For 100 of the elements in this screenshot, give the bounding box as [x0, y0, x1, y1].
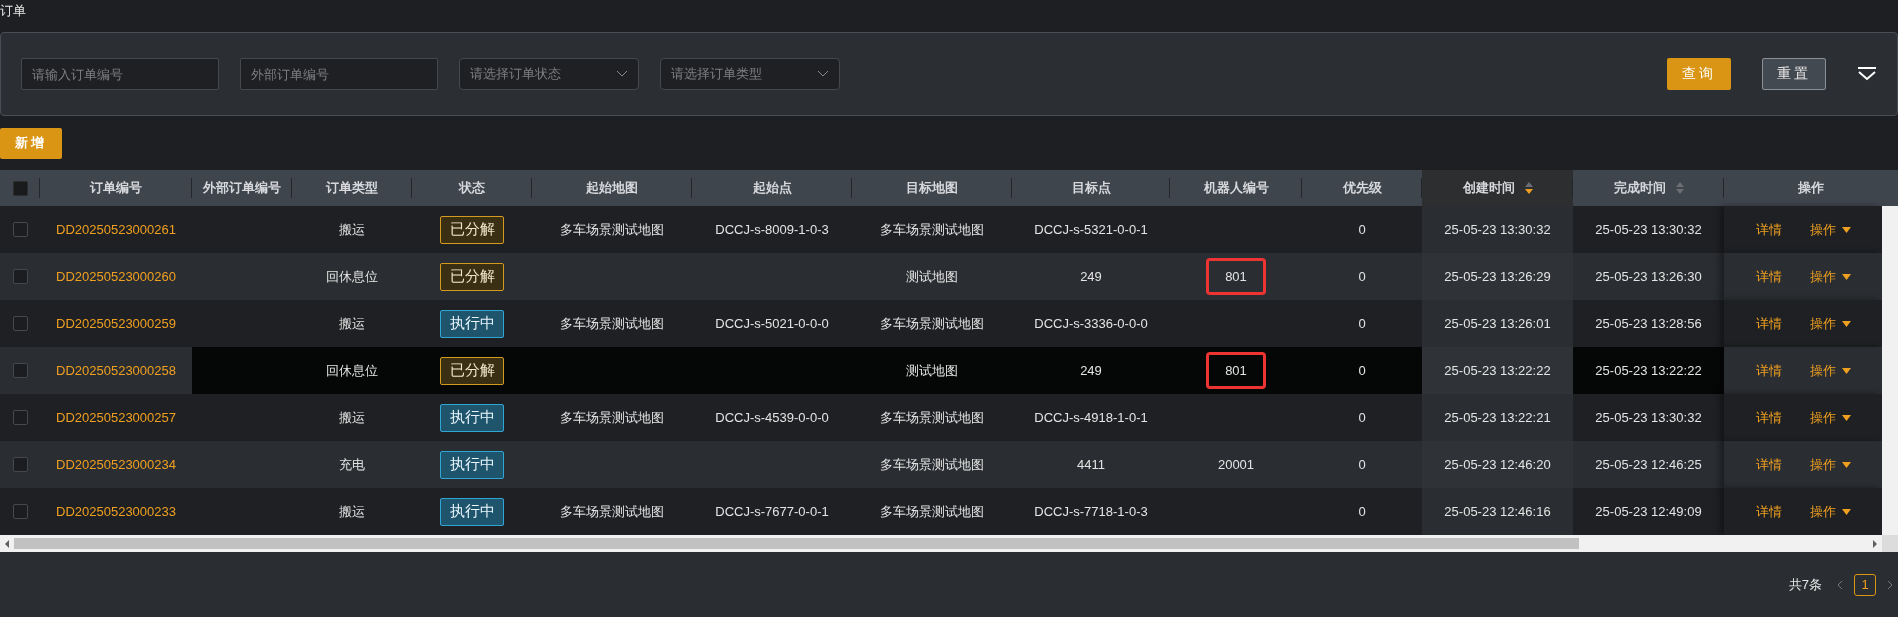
- order-number-link[interactable]: DD20250523000261: [56, 222, 176, 237]
- table-cell: 搬运: [339, 220, 365, 239]
- input-field[interactable]: 请输入订单编号: [21, 58, 219, 90]
- order-number-link[interactable]: DD20250523000257: [56, 410, 176, 425]
- scroll-left-icon[interactable]: [4, 539, 10, 548]
- table-cell: 0: [1358, 363, 1366, 378]
- row-checkbox[interactable]: [12, 269, 28, 284]
- table-row[interactable]: DD20250523000234 充电 执行中 多车场景测试地图 4411 20001 0 25-05-23 12:46:20 25-05-23 12:46:25 详情 操作: [0, 441, 1882, 488]
- column-header: 订单编号: [90, 179, 142, 197]
- table-cell: 25-05-23 13:26:29: [1444, 269, 1551, 284]
- table-cell: DCCJ-s-7718-1-0-3: [1034, 504, 1148, 519]
- table-cell: DCCJ-s-4539-0-0-0: [715, 410, 829, 425]
- reset-button[interactable]: 重置: [1762, 58, 1826, 90]
- table-cell: 0: [1358, 222, 1366, 237]
- row-checkbox[interactable]: [12, 316, 28, 331]
- caret-icon: [1841, 320, 1851, 327]
- column-header: 订单类型: [326, 179, 378, 197]
- column-header: 目标地图: [906, 179, 958, 197]
- table-cell: 搬运: [339, 314, 365, 333]
- actions-dropdown[interactable]: 操作: [1809, 220, 1851, 239]
- table-cell: 多车场景测试地图: [880, 408, 984, 427]
- table-cell: 0: [1358, 316, 1366, 331]
- details-link[interactable]: 详情: [1755, 267, 1782, 286]
- table-cell: 25-05-23 12:46:25: [1595, 457, 1702, 472]
- table-cell: DCCJ-s-5321-0-0-1: [1034, 222, 1148, 237]
- select-field[interactable]: 请选择订单状态: [459, 58, 639, 90]
- table-cell: 充电: [339, 455, 365, 474]
- column-header: 机器人编号: [1203, 179, 1269, 197]
- table-cell: 25-05-23 13:22:21: [1444, 410, 1551, 425]
- table-cell: 多车场景测试地图: [560, 220, 664, 239]
- status-tag: 执行中: [440, 403, 504, 432]
- table-row[interactable]: DD20250523000260 回休息位 已分解 测试地图 249 801 0 25-05-23 13:26:29 25-05-23 13:26:30 详情 操作: [0, 253, 1882, 300]
- scrollbar-corner: [1882, 535, 1898, 552]
- details-link[interactable]: 详情: [1755, 502, 1782, 521]
- status-tag: 执行中: [440, 309, 504, 338]
- caret-icon: [1841, 273, 1851, 280]
- select-all-checkbox[interactable]: [12, 180, 28, 196]
- table-cell: 25-05-23 13:22:22: [1595, 363, 1702, 378]
- table-cell: 多车场景测试地图: [880, 455, 984, 474]
- scroll-right-icon[interactable]: [1872, 539, 1878, 548]
- table-cell: 25-05-23 12:49:09: [1595, 504, 1702, 519]
- sort-icon[interactable]: [1524, 182, 1533, 194]
- table-cell: 多车场景测试地图: [560, 502, 664, 521]
- order-number-link[interactable]: DD20250523000258: [56, 363, 176, 378]
- order-number-link[interactable]: DD20250523000260: [56, 269, 176, 284]
- details-link[interactable]: 详情: [1755, 314, 1782, 333]
- page-title: 订单: [0, 2, 26, 20]
- table-cell: 249: [1080, 363, 1102, 378]
- column-header: 优先级: [1342, 179, 1382, 197]
- table-cell: 25-05-23 13:28:56: [1595, 316, 1702, 331]
- table-cell: 25-05-23 12:46:16: [1444, 504, 1551, 519]
- table-row[interactable]: DD20250523000258 回休息位 已分解 测试地图 249 801 0 25-05-23 13:22:22 25-05-23 13:22:22 详情 操作: [0, 347, 1882, 394]
- page-button[interactable]: 1: [1854, 573, 1876, 596]
- highlighted-cell: 801: [1206, 352, 1266, 389]
- table-cell: 测试地图: [906, 267, 958, 286]
- select-field[interactable]: 请选择订单类型: [660, 58, 840, 90]
- column-header: 操作: [1798, 179, 1824, 197]
- caret-icon: [1841, 461, 1851, 468]
- actions-dropdown[interactable]: 操作: [1809, 502, 1851, 521]
- status-tag: 已分解: [440, 262, 504, 291]
- table-cell: 测试地图: [906, 361, 958, 380]
- total-count: 共7条: [1788, 575, 1822, 594]
- actions-dropdown[interactable]: 操作: [1809, 267, 1851, 286]
- horizontal-scrollbar[interactable]: [0, 535, 1882, 552]
- table-cell: DCCJ-s-4918-1-0-1: [1034, 410, 1148, 425]
- collapse-icon[interactable]: [1857, 67, 1877, 81]
- table-cell: 0: [1358, 457, 1366, 472]
- row-checkbox[interactable]: [12, 222, 28, 237]
- row-checkbox[interactable]: [12, 410, 28, 425]
- details-link[interactable]: 详情: [1755, 361, 1782, 380]
- table-cell: 0: [1358, 410, 1366, 425]
- column-header[interactable]: 完成时间: [1613, 179, 1666, 197]
- chevron-down-icon: [817, 70, 829, 78]
- row-checkbox[interactable]: [12, 363, 28, 378]
- actions-dropdown[interactable]: 操作: [1809, 408, 1851, 427]
- caret-icon: [1841, 367, 1851, 374]
- status-tag: 已分解: [440, 215, 504, 244]
- table-cell: 多车场景测试地图: [880, 220, 984, 239]
- actions-dropdown[interactable]: 操作: [1809, 455, 1851, 474]
- highlighted-cell: 801: [1206, 258, 1266, 295]
- actions-dropdown[interactable]: 操作: [1809, 314, 1851, 333]
- row-checkbox[interactable]: [12, 504, 28, 519]
- details-link[interactable]: 详情: [1755, 455, 1782, 474]
- table-cell: 回休息位: [326, 361, 378, 380]
- actions-dropdown[interactable]: 操作: [1809, 361, 1851, 380]
- table-cell: DCCJ-s-3336-0-0-0: [1034, 316, 1148, 331]
- column-header[interactable]: 创建时间: [1462, 179, 1515, 197]
- chevron-down-icon: [616, 70, 628, 78]
- table-cell: 多车场景测试地图: [560, 314, 664, 333]
- row-checkbox[interactable]: [12, 457, 28, 472]
- input-field[interactable]: 外部订单编号: [240, 58, 438, 90]
- order-number-link[interactable]: DD20250523000259: [56, 316, 176, 331]
- table-cell: 4411: [1077, 457, 1105, 472]
- vertical-scrollbar[interactable]: [1882, 206, 1898, 535]
- table-cell: 回休息位: [326, 267, 378, 286]
- table-cell: 25-05-23 13:26:30: [1595, 269, 1702, 284]
- order-number-link[interactable]: DD20250523000233: [56, 504, 176, 519]
- details-link[interactable]: 详情: [1755, 220, 1782, 239]
- details-link[interactable]: 详情: [1755, 408, 1782, 427]
- order-number-link[interactable]: DD20250523000234: [56, 457, 176, 472]
